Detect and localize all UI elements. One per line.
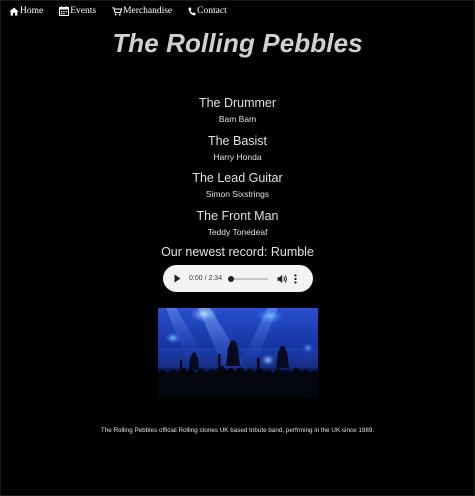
member-name: Bam Bam [218,114,257,124]
more-vertical-icon [294,273,297,284]
main-nav: Home Events Merchandise Contact [9,5,243,17]
member-front-man: The Front Man Teddy Tonedeaf [0,209,475,238]
play-button[interactable] [174,274,183,284]
concert-photo [158,308,318,398]
member-role: The Lead Guitar [192,171,283,185]
nav-events-label: Events [70,6,97,16]
nav-merchandise-label: Merchandise [123,6,173,16]
audio-progress-slider[interactable] [228,275,269,282]
member-basist: The Basist Harry Honda [0,134,475,163]
member-lead-guitar: The Lead Guitar Simon Sixstrings [0,171,475,200]
member-name: Teddy Tonedeaf [207,227,268,237]
member-role: The Basist [207,134,268,148]
calendar-icon [59,6,70,16]
audio-player[interactable]: 0:00 / 2:34 [163,265,313,292]
page-title: The Rolling Pebbles [112,28,363,58]
home-icon [9,7,20,16]
audio-time-display: 0:00 / 2:34 [189,275,223,282]
member-role: The Front Man [196,209,279,223]
member-role: The Drummer [198,96,277,110]
phone-icon [188,7,197,16]
nav-home[interactable]: Home [9,5,43,17]
nav-events[interactable]: Events [59,5,96,17]
member-name: Harry Honda [213,152,262,162]
record-heading: Our newest record: Rumble [161,245,314,259]
play-icon [174,274,181,283]
volume-icon [277,274,287,283]
nav-merchandise[interactable]: Merchandise [112,5,172,17]
footer-text: The Rolling Pebbles official Rolling sto… [100,427,375,434]
more-options-button[interactable] [294,273,297,284]
nav-contact-label: Contact [197,6,227,16]
nav-contact[interactable]: Contact [188,5,227,17]
cart-icon [112,6,123,16]
member-drummer: The Drummer Bam Bam [0,96,475,125]
member-name: Simon Sixstrings [205,189,270,199]
audio-progress-thumb[interactable] [228,275,235,282]
volume-button[interactable] [277,274,288,284]
nav-home-label: Home [20,6,44,16]
